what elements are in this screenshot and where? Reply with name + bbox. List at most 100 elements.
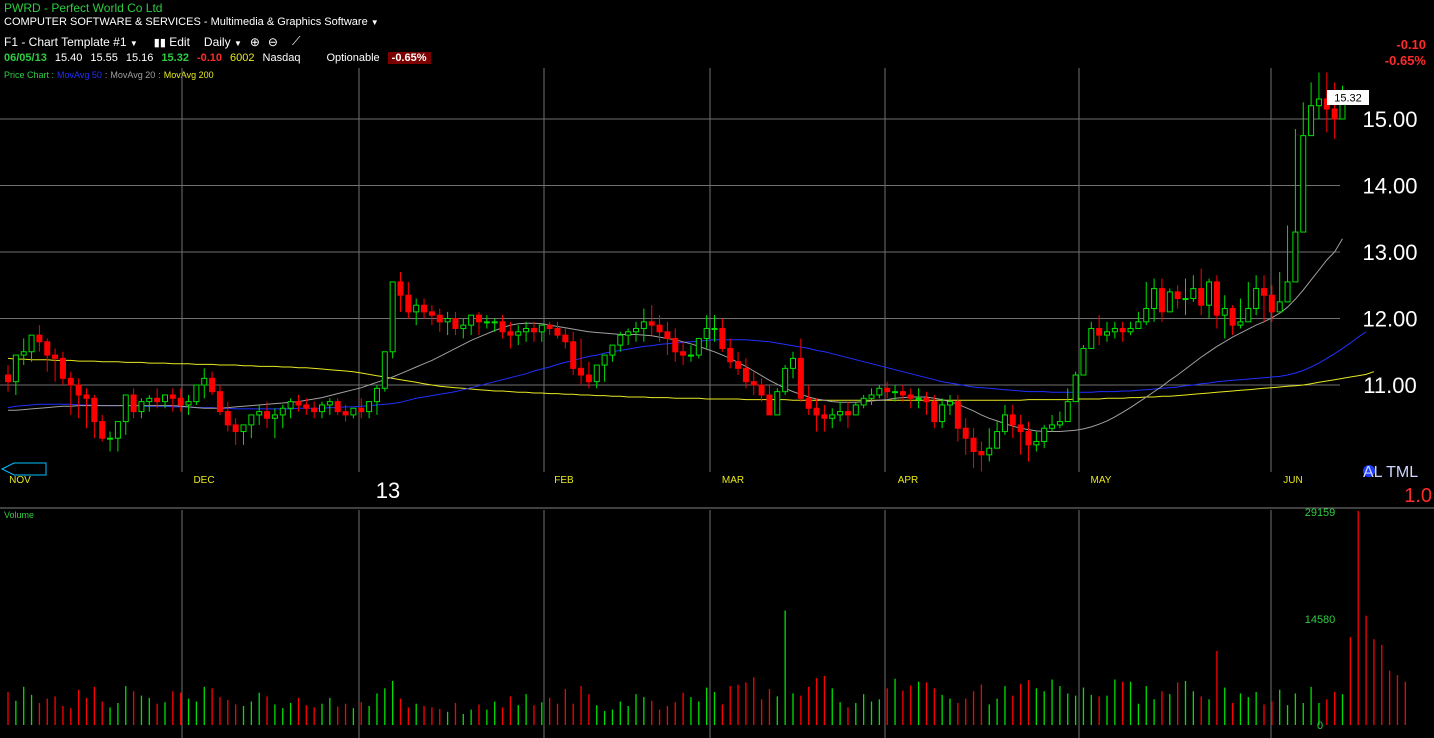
candle-body [1025,431,1032,446]
candle-body [939,404,946,423]
candle-body [695,337,702,356]
volume-panel-title: Volume [4,510,34,520]
candle-body [1221,308,1228,316]
candle-body [1292,231,1299,283]
month-label: JUN [1283,475,1302,486]
candle-body [428,311,435,316]
candle-body [719,327,726,349]
candle-body [664,331,671,339]
month-label: APR [898,475,919,486]
candle-body [640,321,647,329]
candle-body [28,334,35,353]
candle-body [1300,135,1307,233]
month-label: FEB [554,475,574,486]
candle-body [860,397,867,406]
month-label: MAR [722,475,744,486]
y-tick-label: 13.00 [1362,240,1417,265]
candle-body [947,401,953,406]
candle-body [585,374,592,383]
candle-body [735,361,742,369]
candle-body [169,394,176,399]
candle-body [232,424,239,433]
candle-body [350,407,357,416]
candle-body [1268,294,1275,313]
month-label: DEC [193,475,214,486]
candle-body [201,377,208,386]
candle-body [884,387,891,393]
year-label: 13 [376,478,400,503]
candle-body [1143,308,1150,323]
candle-body [224,411,231,426]
candle-body [491,321,498,324]
candle-body [216,391,223,413]
volume-tick-label: 29159 [1305,507,1336,519]
candle-body [570,341,577,369]
candle-body [20,351,27,356]
candle-body [460,324,467,329]
candle-body [1088,327,1095,349]
candlesticks [5,72,1354,472]
candle-body [1174,291,1181,300]
candle-body [12,354,19,383]
candle-body [1033,441,1040,446]
candle-body [1166,291,1173,313]
candle-body [892,391,899,394]
candle-body [91,397,98,423]
candle-body [303,404,310,409]
candle-body [130,394,137,413]
candle-body [326,401,333,406]
candle-body [625,331,632,336]
candle-body [1276,301,1283,313]
candle-body [821,414,828,419]
candle-body [99,421,106,439]
candle-body [122,394,129,423]
candle-body [177,397,184,406]
scroll-handle-icon[interactable] [0,462,47,476]
candle-body [578,367,585,376]
candle-body [373,387,380,403]
candle-body [844,411,851,416]
candle-body [1229,308,1236,326]
candle-body [295,401,302,406]
candle-body [774,391,781,416]
candle-body [648,321,655,326]
candle-body [923,397,930,403]
candle-body [154,397,161,403]
candle-body [271,414,278,419]
candle-body [758,384,765,396]
candle-body [530,327,537,333]
candle-body [114,421,121,439]
candle-body [36,334,43,343]
candle-body [994,431,1001,449]
candle-body [240,424,247,433]
candle-body [680,351,687,356]
candle-body [405,294,412,313]
candle-body [1135,321,1142,329]
candle-body [1009,414,1016,426]
candle-body [1119,327,1126,333]
candle-body [107,437,114,440]
candle-body [523,327,530,333]
candle-body [366,401,373,413]
candle-body [1308,105,1315,137]
y-tick-label: 15.00 [1362,107,1417,132]
candle-body [1331,108,1338,120]
candle-body [1111,327,1118,333]
candle-body [138,401,145,413]
candle-body [1001,414,1008,433]
candle-body [5,374,11,383]
altml-value: 1.0 [1404,485,1432,507]
price-volume-chart[interactable]: 11.00 12.00 13.00 14.00 15.00 NOV DEC 13 FEB MAR A… [0,0,1434,738]
candle-body [687,354,694,357]
candle-body [476,314,482,323]
candle-body [1158,288,1165,313]
candle-body [978,451,985,456]
candle-body [83,394,90,399]
candle-body [1213,281,1220,316]
candle-body [813,407,820,416]
candle-body [554,327,561,336]
candle-body [452,318,459,329]
candle-body [1198,288,1205,306]
axis-labels: 11.00 12.00 13.00 14.00 15.00 NOV DEC 13 FEB MAR A… [9,107,1417,732]
candle-body [1072,374,1079,403]
